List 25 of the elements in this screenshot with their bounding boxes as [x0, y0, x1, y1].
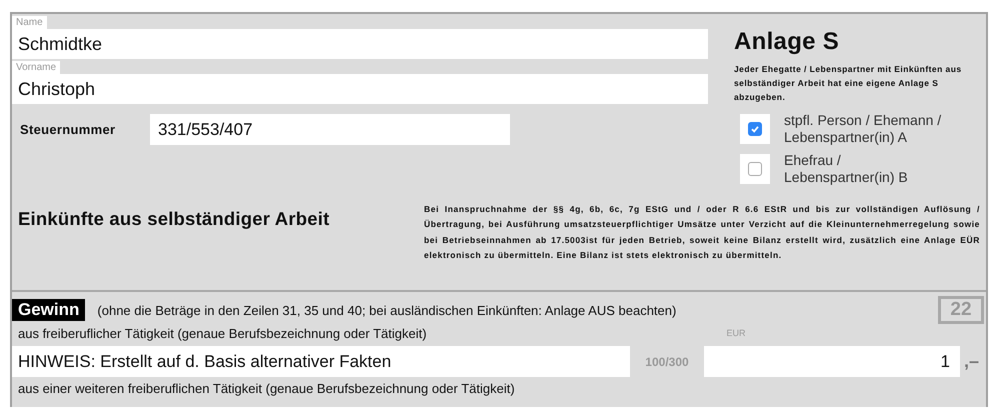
amount-field[interactable]: 1	[704, 346, 960, 377]
form-note: Jeder Ehegatte / Lebenspartner mit Einkünften aus selbständiger Arbeit hat eine eigene Anlage S abzugeben.	[734, 63, 963, 104]
input-field[interactable]: 331/553/407	[150, 114, 510, 145]
checkbox[interactable]	[748, 162, 762, 176]
input-field[interactable]: HINWEIS: Erstellt auf d. Basis alternativer Fakten	[12, 346, 630, 377]
form-title: Anlage S	[734, 28, 840, 56]
checkbox-label: stpfl. Person / Ehemann / Lebenspartner(in) A	[784, 112, 942, 146]
section-label: Gewinn	[12, 299, 86, 321]
character-counter: 100/300	[644, 354, 690, 368]
section-hint: (ohne die Beträge in den Zeilen 31, 35 und 40; bei ausländischen Einkünften: Anlage AUS beachten)	[97, 302, 678, 318]
cents-suffix: ,–	[964, 351, 980, 372]
field-label: Name	[12, 16, 47, 29]
section-note: Bei Inanspruchnahme der §§ 4g, 6b, 6c, 7g EStG und / oder R 6.6 EStR und bis zur vollständigen Auflösung / Übertragung, bei Ausführung umsatzsteuerpflichtiger Umsätze unter Verzicht auf die Kleinunternehmerregelung sowie bei Betriebseinnahmen ab 17.5003ist für jeden Betrieb, soweit keine Bilanz erstellt wird, zusätzlich eine Anlage EÜR elektronisch zu übermitteln. Eine Bilanz ist stets elektronisch zu übermitteln.	[424, 203, 980, 262]
row-label: aus freiberuflicher Tätigkeit (genaue Berufsbezeichnung oder Tätigkeit)	[18, 326, 427, 340]
checkbox[interactable]	[748, 122, 762, 136]
field-label: Vorname	[12, 61, 60, 74]
checkbox-label: Ehefrau / Lebenspartner(in) B	[784, 152, 909, 186]
currency-label: EUR	[726, 328, 746, 338]
input-field[interactable]: Schmidtke	[12, 29, 708, 59]
line-number: 22	[938, 296, 984, 324]
checkmark-icon	[750, 124, 760, 134]
row-label: aus einer weiteren freiberuflichen Tätigkeit (genaue Berufsbezeichnung oder Tätigkeit)	[17, 382, 516, 396]
field-label: Steuernummer	[20, 122, 116, 137]
section-title: Einkünfte aus selbständiger Arbeit	[18, 208, 330, 230]
input-field[interactable]: Christoph	[12, 74, 708, 104]
